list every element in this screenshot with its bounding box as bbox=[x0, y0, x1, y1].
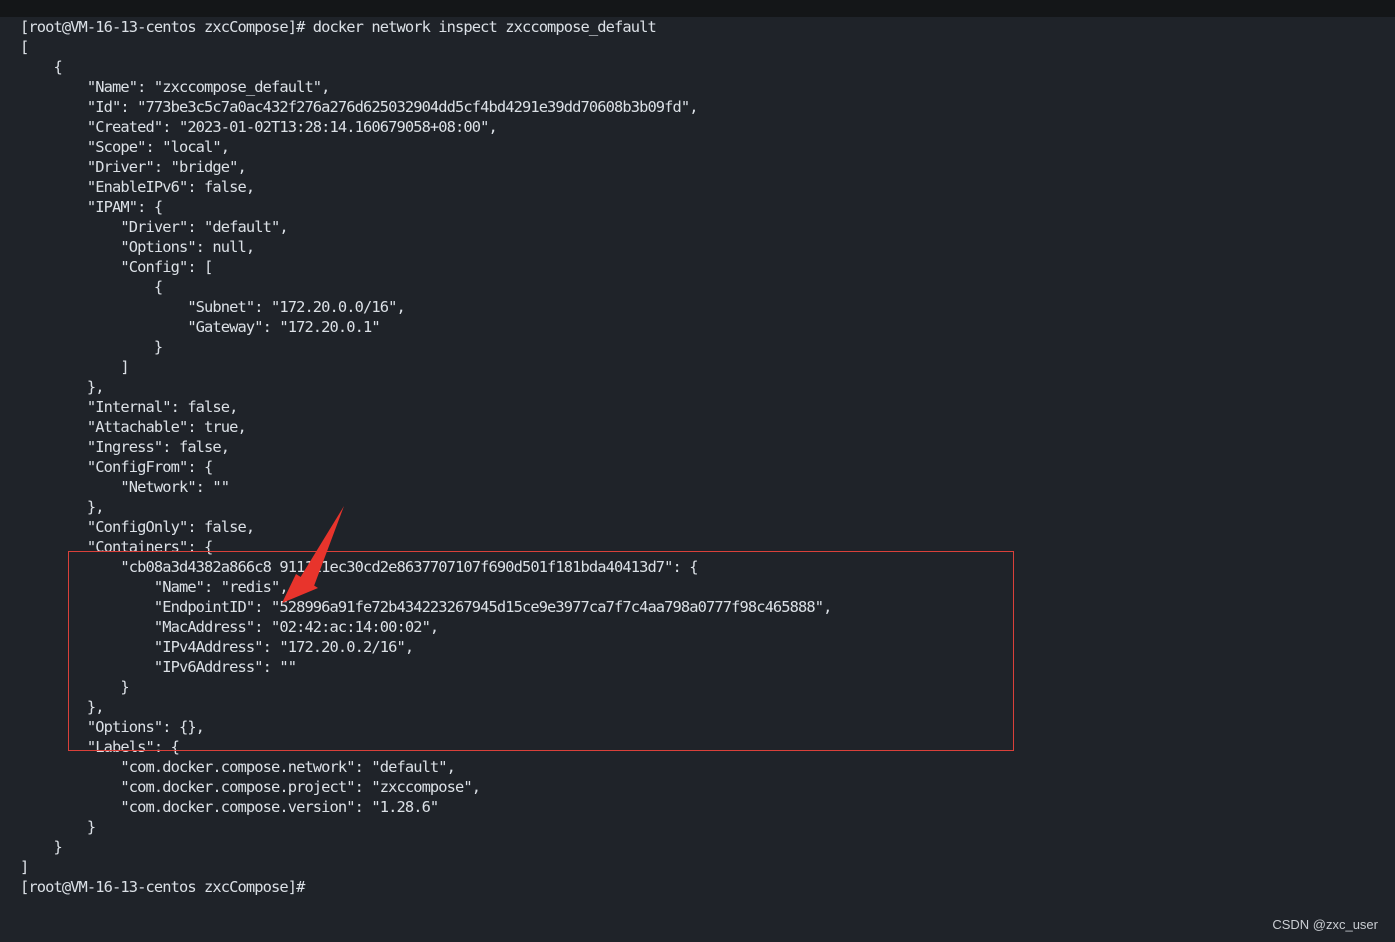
window-top-strip bbox=[0, 0, 1395, 17]
terminal-line: "MacAddress": "02:42:ac:14:00:02", bbox=[20, 618, 439, 636]
terminal-line: "Subnet": "172.20.0.0/16", bbox=[20, 298, 405, 316]
terminal-line: ] bbox=[20, 858, 29, 876]
terminal-line: "Attachable": true, bbox=[20, 418, 247, 436]
terminal-output: [root@VM-16-13-centos zxcCompose]# docke… bbox=[20, 17, 832, 897]
terminal-line: { bbox=[20, 58, 62, 76]
terminal-line: "com.docker.compose.version": "1.28.6" bbox=[20, 798, 439, 816]
terminal-line: "Labels": { bbox=[20, 738, 180, 756]
terminal-line: "com.docker.compose.network": "default", bbox=[20, 758, 456, 776]
terminal-line: "IPv4Address": "172.20.0.2/16", bbox=[20, 638, 414, 656]
terminal-line: [ bbox=[20, 38, 29, 56]
terminal-line: { bbox=[20, 278, 163, 296]
terminal-line: "Name": "redis", bbox=[20, 578, 289, 596]
terminal-line: "Name": "zxccompose_default", bbox=[20, 78, 331, 96]
terminal-line: "Config": [ bbox=[20, 258, 213, 276]
terminal-line: }, bbox=[20, 498, 105, 516]
terminal-line: "com.docker.compose.project": "zxccompos… bbox=[20, 778, 481, 796]
terminal-line: }, bbox=[20, 378, 105, 396]
watermark: CSDN @zxc_user bbox=[1272, 917, 1378, 932]
terminal-line: } bbox=[20, 818, 96, 836]
terminal-line: "Scope": "local", bbox=[20, 138, 230, 156]
terminal-line: "Created": "2023-01-02T13:28:14.16067905… bbox=[20, 118, 498, 136]
terminal-line: "IPAM": { bbox=[20, 198, 163, 216]
terminal-line: }, bbox=[20, 698, 105, 716]
terminal-line: "Driver": "bridge", bbox=[20, 158, 247, 176]
terminal-line: [root@VM-16-13-centos zxcCompose]# docke… bbox=[20, 18, 657, 36]
terminal-line: "IPv6Address": "" bbox=[20, 658, 297, 676]
terminal-line: "Containers": { bbox=[20, 538, 213, 556]
terminal-line: "Network": "" bbox=[20, 478, 230, 496]
terminal-line: "Driver": "default", bbox=[20, 218, 288, 236]
terminal-line: "Gateway": "172.20.0.1" bbox=[20, 318, 380, 336]
terminal-line: "Internal": false, bbox=[20, 398, 238, 416]
terminal-line: "EndpointID": "528996a91fe72b43422326794… bbox=[20, 598, 833, 616]
terminal-line: "cb08a3d4382a866c8 911121ec30cd2e8637707… bbox=[20, 558, 698, 576]
terminal-line: "ConfigOnly": false, bbox=[20, 518, 255, 536]
terminal-line: } bbox=[20, 338, 163, 356]
terminal-line: ] bbox=[20, 358, 129, 376]
terminal-line: "ConfigFrom": { bbox=[20, 458, 213, 476]
terminal-line: "EnableIPv6": false, bbox=[20, 178, 255, 196]
terminal-line: "Id": "773be3c5c7a0ac432f276a276d6250329… bbox=[20, 98, 699, 116]
terminal-line: [root@VM-16-13-centos zxcCompose]# bbox=[20, 878, 305, 896]
terminal-line: "Options": null, bbox=[20, 238, 255, 256]
terminal-line: "Options": {}, bbox=[20, 718, 205, 736]
terminal-line: "Ingress": false, bbox=[20, 438, 230, 456]
terminal-line: } bbox=[20, 678, 129, 696]
terminal-line: } bbox=[20, 838, 62, 856]
